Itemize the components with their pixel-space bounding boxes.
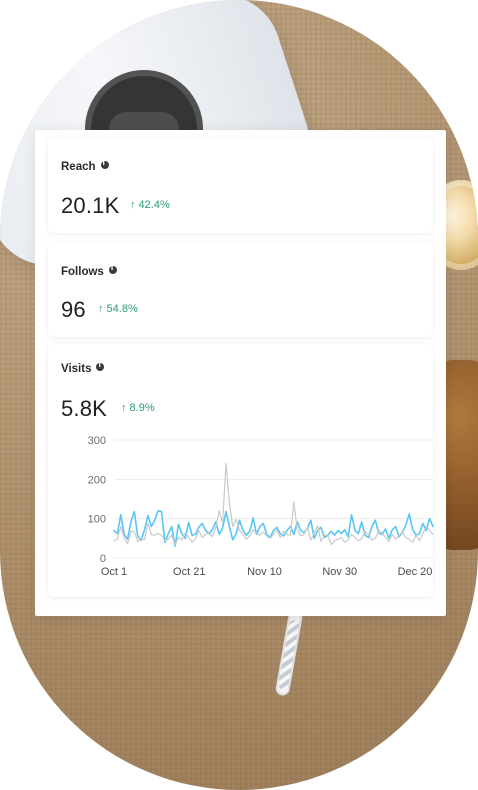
background-photo: Reach 20.1K ↑ 42.4% Follows 96 ↑ 54.8% V… [0,0,478,790]
reach-delta: ↑ 42.4% [130,199,170,211]
y-tick-label: 100 [88,514,106,526]
y-tick-label: 300 [88,435,106,447]
reach-title: Reach [61,159,109,173]
visits-series-current-line [113,510,434,547]
reach-metric-card: Reach 20.1K ↑ 42.4% [48,138,433,233]
visits-delta: ↑ 8.9% [121,402,155,414]
follows-title: Follows [61,264,117,278]
x-tick-label: Dec 20 [398,566,433,578]
follows-label: Follows [61,266,104,278]
follows-delta: ↑ 54.8% [98,303,138,315]
info-icon[interactable] [108,264,117,274]
visits-series-previous-line [113,462,434,546]
insights-card: Reach 20.1K ↑ 42.4% Follows 96 ↑ 54.8% V… [35,130,446,616]
info-icon[interactable] [100,159,109,169]
x-tick-label: Nov 30 [322,566,357,578]
reach-value: 20.1K [61,193,120,218]
visits-line-chart: 0 100 200 300 Oct 1 Oct 21 Nov 10 Nov 30 Dec 20 [88,435,434,578]
visits-label: Visits [61,363,92,375]
info-icon[interactable] [96,361,105,371]
y-tick-label: 200 [88,474,106,486]
visits-title: Visits [61,361,105,375]
follows-metric-card: Follows 96 ↑ 54.8% [48,243,433,337]
reach-label: Reach [61,161,96,173]
candle-photo [274,609,304,697]
visits-metric-card: Visits 5.8K ↑ 8.9% 0 100 200 300 Oct 1 Oct 21… [48,344,434,597]
x-tick-label: Oct 21 [173,566,205,578]
y-tick-label: 0 [100,553,106,565]
visits-value: 5.8K [61,396,108,421]
x-tick-label: Nov 10 [247,566,282,578]
follows-value: 96 [61,297,86,322]
x-tick-label: Oct 1 [101,566,127,578]
